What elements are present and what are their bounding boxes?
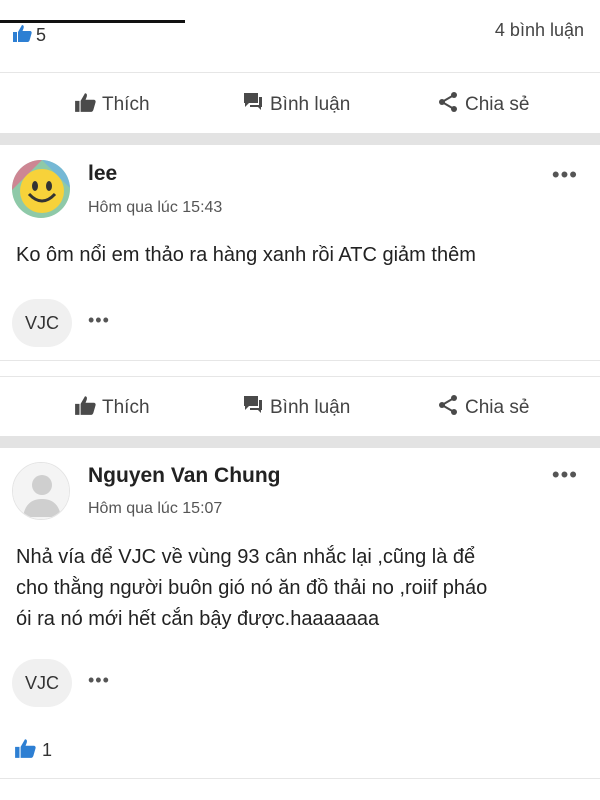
- like-thumb-icon: [12, 24, 32, 47]
- post-content-line: ói ra nó mới hết cắn bậy được.haaaaaaa: [16, 608, 380, 630]
- post-author[interactable]: lee: [88, 162, 117, 186]
- like-count: 5: [36, 25, 47, 45]
- like-label: Thích: [102, 397, 150, 418]
- like-button[interactable]: Thích: [74, 395, 150, 421]
- divider: [0, 72, 600, 73]
- share-button[interactable]: Chia sẻ: [437, 91, 529, 119]
- post-content: Ko ôm nổi em thảo ra hàng xanh rồi ATC g…: [16, 244, 476, 266]
- tag-more-menu[interactable]: •••: [88, 310, 110, 331]
- divider: [0, 376, 600, 377]
- divider: [0, 360, 600, 361]
- action-bar: Thích Bình luận Chia sẻ: [0, 379, 600, 437]
- feed-page: 5 4 bình luận Thích Bình luận Chia sẻ le…: [0, 0, 600, 800]
- post-timestamp: Hôm qua lúc 15:43: [88, 199, 223, 216]
- post-content-line: Nhả vía để VJC về vùng 93 cân nhắc lại ,…: [16, 546, 476, 568]
- share-icon: [437, 91, 459, 119]
- like-count: 1: [42, 740, 53, 760]
- like-thumb-icon: [14, 738, 36, 763]
- comment-button[interactable]: Bình luận: [242, 92, 350, 118]
- share-label: Chia sẻ: [465, 94, 530, 115]
- comment-label: Bình luận: [270, 94, 351, 115]
- avatar[interactable]: [12, 160, 70, 218]
- like-summary[interactable]: 1: [14, 738, 52, 763]
- share-label: Chia sẻ: [465, 397, 530, 418]
- thumb-up-icon: [74, 395, 96, 421]
- comment-bubble-icon: [242, 92, 264, 118]
- comment-button[interactable]: Bình luận: [242, 395, 350, 421]
- previous-post-footer: 5 4 bình luận: [0, 0, 600, 47]
- stock-tag-chip[interactable]: VJC: [12, 299, 72, 347]
- scroll-indicator: [0, 20, 185, 23]
- previous-like-summary[interactable]: 5: [12, 24, 46, 47]
- post-timestamp: Hôm qua lúc 15:07: [88, 500, 223, 517]
- action-bar: Thích Bình luận Chia sẻ: [0, 76, 600, 134]
- post-options-menu[interactable]: •••: [552, 162, 578, 188]
- default-user-avatar-icon: [13, 463, 69, 519]
- divider: [0, 778, 600, 779]
- thumb-up-icon: [74, 92, 96, 118]
- comment-bubble-icon: [242, 395, 264, 421]
- avatar[interactable]: [12, 462, 70, 520]
- like-button[interactable]: Thích: [74, 92, 150, 118]
- post-content-line: cho thằng người buôn gió nó ăn đồ thải n…: [16, 577, 488, 599]
- post-options-menu[interactable]: •••: [552, 462, 578, 488]
- comment-label: Bình luận: [270, 397, 351, 418]
- post-separator: [0, 436, 600, 448]
- share-icon: [437, 394, 459, 422]
- stock-tag-chip[interactable]: VJC: [12, 659, 72, 707]
- comment-count[interactable]: 4 bình luận: [495, 20, 584, 41]
- like-label: Thích: [102, 94, 150, 115]
- share-button[interactable]: Chia sẻ: [437, 394, 529, 422]
- post-separator: [0, 133, 600, 145]
- smiley-avatar-icon: [12, 160, 70, 218]
- post-content: Nhả vía để VJC về vùng 93 cân nhắc lại ,…: [16, 542, 584, 635]
- post-author[interactable]: Nguyen Van Chung: [88, 464, 281, 488]
- tag-more-menu[interactable]: •••: [88, 670, 110, 691]
